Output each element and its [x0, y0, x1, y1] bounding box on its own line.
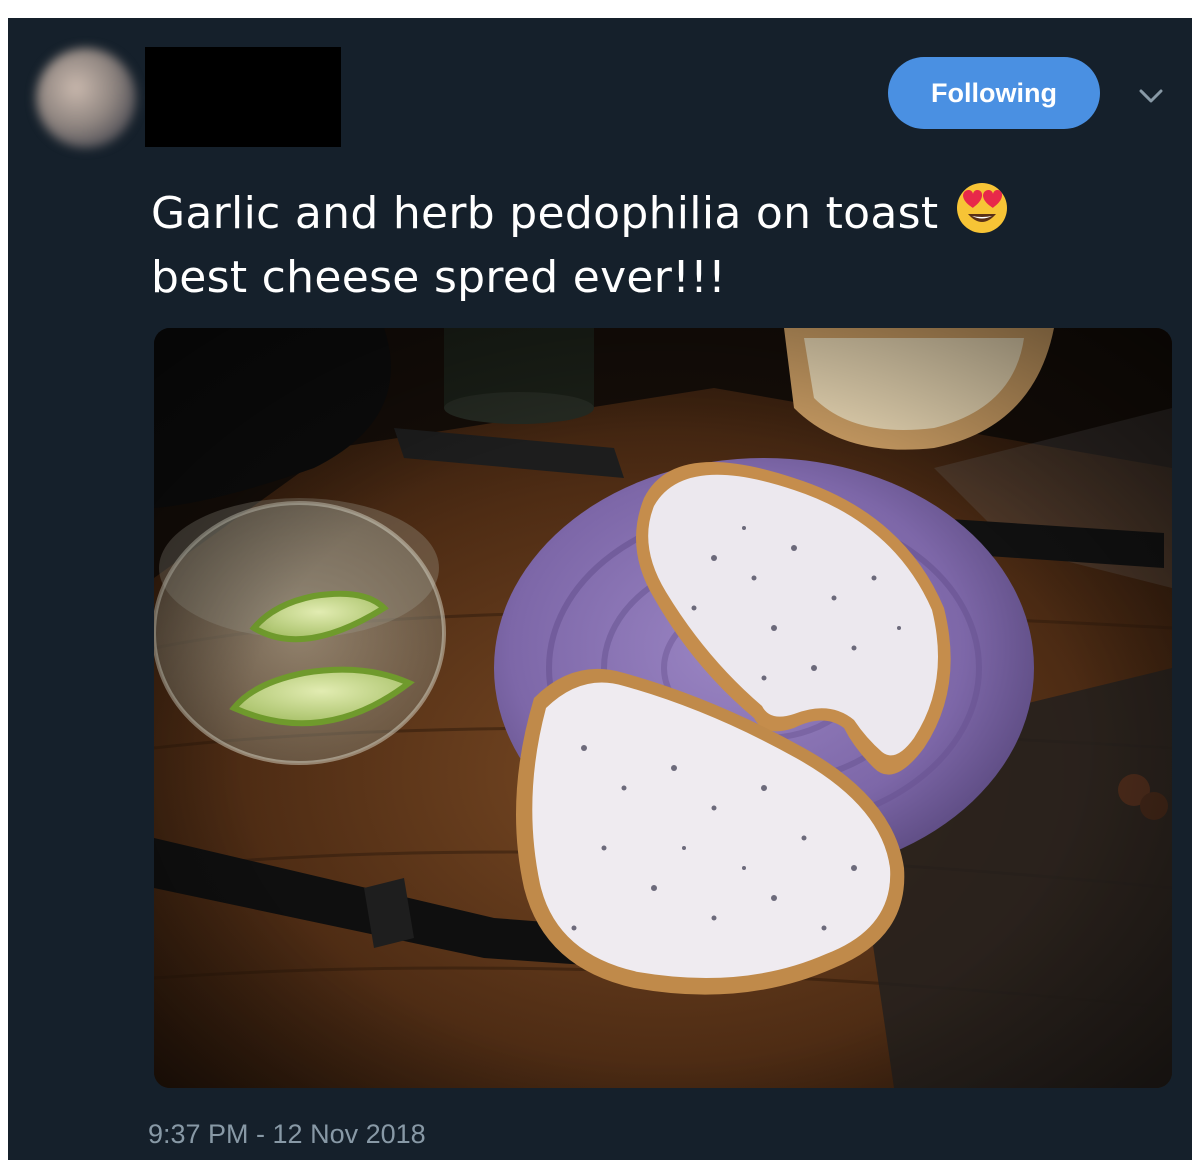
redacted-username [145, 47, 341, 147]
following-button[interactable]: Following [888, 57, 1100, 129]
photo-toast-on-plate [154, 328, 1172, 1088]
tweet-photo[interactable] [154, 328, 1172, 1088]
avatar[interactable] [36, 48, 136, 148]
tweet-timestamp[interactable]: 9:37 PM - 12 Nov 2018 [148, 1119, 426, 1150]
heart-eyes-emoji-icon [957, 183, 1008, 233]
tweet-card: Following Garlic and herb pedophilia on … [8, 18, 1192, 1160]
tweet-text-line-2: best cheese spred ever!!! [151, 252, 727, 303]
chevron-down-icon[interactable] [1136, 84, 1166, 108]
tweet-text: Garlic and herb pedophilia on toast best… [151, 176, 1151, 310]
tweet-text-line-1: Garlic and herb pedophilia on toast [151, 176, 1151, 246]
